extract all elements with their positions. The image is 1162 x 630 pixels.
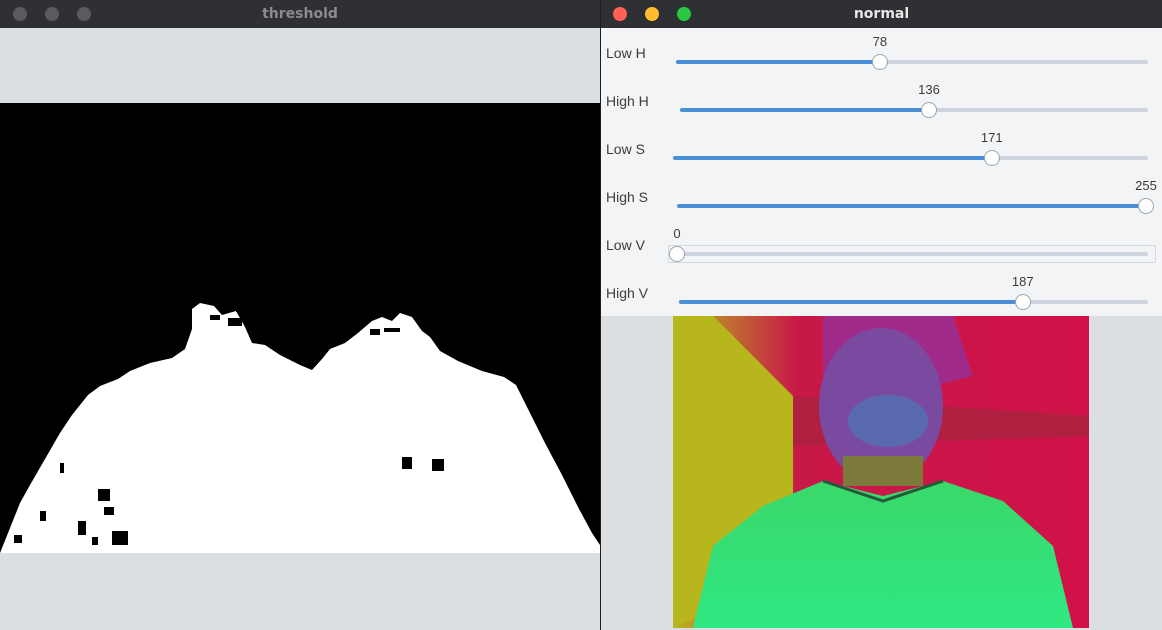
titlebar: normal xyxy=(601,0,1162,28)
mask-shape xyxy=(0,103,600,553)
slider-track[interactable] xyxy=(676,54,1148,70)
titlebar: threshold xyxy=(0,0,600,28)
slider-thumb[interactable] xyxy=(920,102,937,118)
threshold-window: threshold xyxy=(0,0,600,630)
camera-hsv-image xyxy=(673,316,1089,628)
trackbar-label: High S xyxy=(606,189,649,205)
trackbar-high-h: High H 136 xyxy=(601,76,1162,124)
slider-fill xyxy=(673,156,992,160)
trackbar-label: Low V xyxy=(606,237,645,253)
trackbar-low-s: Low S 171 xyxy=(601,124,1162,172)
slider-track[interactable] xyxy=(669,246,1148,262)
normal-window: normal Low H 78 High H 136 Low S 171 Hig… xyxy=(600,0,1162,630)
slider-fill xyxy=(679,300,1023,304)
slider-track[interactable] xyxy=(679,294,1148,310)
slider-fill xyxy=(676,60,880,64)
slider-thumb[interactable] xyxy=(871,54,888,70)
window-title: threshold xyxy=(262,6,338,22)
threshold-mask-image xyxy=(0,103,600,553)
slider-track[interactable] xyxy=(680,102,1148,118)
slider-fill xyxy=(677,204,1146,208)
trackbar-label: High H xyxy=(606,93,649,109)
slider-thumb[interactable] xyxy=(669,246,685,262)
slider-fill xyxy=(680,108,929,112)
trackbar-value: 187 xyxy=(1011,274,1034,289)
hsv-frame xyxy=(673,316,1089,628)
trackbar-label: Low H xyxy=(606,45,646,61)
canvas-padding xyxy=(0,553,600,630)
slider-track[interactable] xyxy=(673,150,1148,166)
canvas-padding xyxy=(0,28,600,103)
trackbar-low-v: Low V 0 xyxy=(601,220,1162,268)
trackbar-high-v: High V 187 xyxy=(601,268,1162,316)
window-title: normal xyxy=(853,6,910,22)
trackbar-value: 0 xyxy=(673,226,681,241)
trackbar-value: 171 xyxy=(980,130,1003,145)
trackbar-panel: Low H 78 High H 136 Low S 171 High S 255… xyxy=(601,28,1162,316)
trackbar-value: 136 xyxy=(918,82,940,97)
trackbar-value: 78 xyxy=(872,34,888,49)
trackbar-value: 255 xyxy=(1135,178,1157,193)
trackbar-label: Low S xyxy=(606,141,645,157)
trackbar-high-s: High S 255 xyxy=(601,172,1162,220)
slider-thumb[interactable] xyxy=(1138,198,1154,214)
slider-thumb[interactable] xyxy=(983,150,1000,166)
trackbar-label: High V xyxy=(606,285,649,301)
slider-track[interactable] xyxy=(677,198,1154,214)
trackbar-low-h: Low H 78 xyxy=(601,28,1162,76)
slider-thumb[interactable] xyxy=(1014,294,1031,310)
